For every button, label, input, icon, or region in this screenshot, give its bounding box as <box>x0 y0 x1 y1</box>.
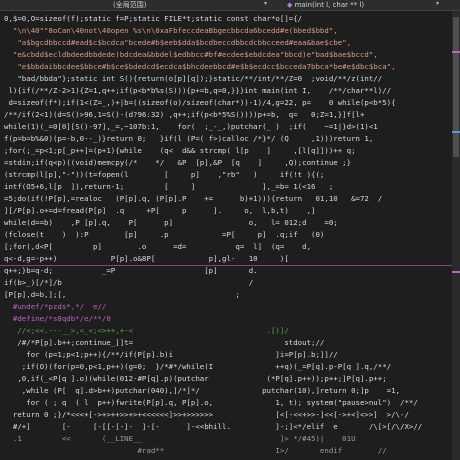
code-line-text: 0,$=0,O=sizeof(f);static f=P;static FILE… <box>4 14 303 23</box>
code-line[interactable]: (strcmp(l[p],"-"))(t=fopen(l [ p] ,"rb" … <box>0 169 452 180</box>
code-line-text: ;for(;_=p<1;p[_p++]=(p+1){while (q< d&& … <box>4 146 356 155</box>
chevron-down-icon[interactable]: ▾ <box>436 0 439 8</box>
code-line[interactable]: q<-d,g=-p++) P[p].o&8P[ p],gl- 10 )[ <box>0 253 452 264</box>
function-dropdown[interactable]: ◆ main(int l, char ** l) <box>284 1 437 9</box>
code-line-text: "a$bgcdbbccd#ead$c$bcdca"bcede#b$eeb$dda… <box>4 38 352 47</box>
code-line[interactable]: #define/*s8qdb*/e/**/0 <box>0 313 452 324</box>
code-line-text: /#/*P[p].b++;continue_]]t= stdout;// <box>4 338 325 347</box>
code-line[interactable]: "a$bgcdbbccd#ead$c$bcdca"bcede#b$eeb$dda… <box>0 37 452 48</box>
code-line[interactable]: //<;<<.---__>,<_<;<>++,+-< .[)]/ <box>0 325 452 336</box>
code-line-text: q<-d,g=-p++) P[p].o&8P[ p],gl- 10 )[ <box>4 254 289 263</box>
function-dropdown-label: main(int l, char ** l) <box>294 1 365 9</box>
code-line-text: #/+] [- [-[[-[-]- ]-[- ]-<<bhill. ]-;]<*… <box>4 422 423 431</box>
code-line[interactable]: "\n\40""8oCan\40not\40open %s\n\0xaFbfec… <box>0 25 452 36</box>
code-line-text: while(1)(_=0[0][S()-97],_=,~107b:1, for(… <box>4 122 378 131</box>
code-line-text: "e$bbdaibbcdee$bbce#b$ce$bdedcd$ecdca$bh… <box>4 62 396 71</box>
code-line[interactable]: while(1)(_=0[0][S()-97],_=,~107b:1, for(… <box>0 121 452 132</box>
code-line[interactable]: =stdin;if(q<p)((void)memcpy(/* */ &P [p]… <box>0 157 452 168</box>
code-line[interactable]: =5;do(if(!P[p],=realoc (P[p].q, (P[p].P … <box>0 193 452 204</box>
code-line[interactable]: ;for(;_=p<1;p[_p++]=(p+1){while (q< d&& … <box>0 145 452 156</box>
code-line-text: while(d==b) ,P [p].q, P[ p] o, l= 012;d … <box>4 218 338 227</box>
code-line[interactable]: if(b>_)[/*]/b / <box>0 277 452 288</box>
code-line-text: =5;do(if(!P[p],=realoc (P[p].q, (P[p].P … <box>4 194 383 203</box>
code-line-text: ][/P[p].o+=d=fread(P[p] .q +P[ p ]. o, l… <box>4 206 316 215</box>
code-line-text: q++;}b=q-d; _=P [p] d. <box>4 266 258 275</box>
code-line-text: ,0,if(_<P[q ].o)(while(012-#P[q].p)(putc… <box>4 374 387 383</box>
code-line[interactable]: .1 << (__LINE__ ]> */#45)| 01U <box>0 433 452 444</box>
code-line[interactable]: /**/if(2<1)(d=S()>96,1=S()-(d?96:32) ,q+… <box>0 109 452 120</box>
code-line-text: /**/if(2<1)(d=S()>96,1=S()-(d?96:32) ,q+… <box>4 110 365 119</box>
scrollbar-thumb[interactable] <box>453 17 459 157</box>
scrollbar-marker <box>452 51 460 53</box>
code-line[interactable]: #rad** I>/ endif // <box>0 445 452 456</box>
code-line[interactable]: return 0 ;}/*<<<+[->+>++>>+>+<<<<<<]>>+>… <box>0 409 452 420</box>
code-line[interactable]: #undef/*pzds*,*/ e// <box>0 301 452 312</box>
code-line[interactable]: ,0,if(_<P[q ].o)(while(012-#P[q].p)(putc… <box>0 373 452 384</box>
code-line-text: "e&cbdd$ecldbdeedbbdede)bdcdea&bbdel$edb… <box>4 50 378 59</box>
code-line-text: "\n\40""8oCan\40not\40open %s\n\0xaFbfec… <box>4 26 338 35</box>
code-line[interactable]: for ( ; q ( l p++)fwrite(P[p].q, P[p].o,… <box>0 397 452 408</box>
code-line[interactable]: ][/P[p].o+=d=fread(P[p] .q +P[ p ]. o, l… <box>0 205 452 216</box>
code-line-text: #define/*s8qdb*/e/**/0 <box>4 314 111 323</box>
editor-navigation-bar: (全局范围) ▾ ◆ main(int l, char ** l) ▾ <box>0 0 460 11</box>
code-line-text: "bad/bbda"};static int S(){return(o[p][q… <box>4 74 383 83</box>
code-line-text: ,while (P[ q].d>b++)putchar(040),]/*]*/ … <box>4 386 401 395</box>
code-line-text: d=sizeof(f*);if(1<(Z=_,)+|b=((sizeof(o)/… <box>4 98 396 107</box>
code-line-text: f(p=b=b%&0)(p=-b,0--_)}return 0; }if(l (… <box>4 134 374 143</box>
code-editor[interactable]: 0,$=0,O=sizeof(f);static f=P;static FILE… <box>0 11 452 460</box>
code-line-text: for (p=1;p<1;p++){/**/if(P[p].b)i ]i=P[p… <box>4 350 338 359</box>
code-line[interactable]: l){if(/**/Z-2>1){Z=1,q++;if(p<b*b%s(S)))… <box>0 85 452 96</box>
code-line[interactable]: "e$bbdaibbcdee$bbce#b$ce$bdedcd$ecdca$bh… <box>0 61 452 72</box>
code-line[interactable]: ,while (P[ q].d>b++)putchar(040),]/*]*/ … <box>0 385 452 396</box>
vertical-scrollbar[interactable] <box>452 11 460 460</box>
code-line[interactable]: ;if(O)(for(p=0,p<1,p++)(g=0; }/*#*/while… <box>0 361 452 372</box>
code-line-text: #rad** I>/ endif // <box>4 446 387 455</box>
code-line-text: ;if(O)(for(p=0,p<1,p++)(g=0; }/*#*/while… <box>4 362 392 371</box>
code-line-text: #undef/*pzds*,*/ e// <box>4 302 107 311</box>
code-line[interactable]: "e&cbdd$ecldbdeedbbdede)bdcdea&bbdel$edb… <box>0 49 452 60</box>
code-line-text: [;for(,d<P[ p] .o =d= q= l] (q= d, <box>4 242 312 251</box>
code-line[interactable]: q++;}b=q-d; _=P [p] d. <box>0 265 452 276</box>
code-line-text: (strcmp(l[p],"-"))(t=fopen(l [ p] ,"rb" … <box>4 170 325 179</box>
code-line[interactable]: (fclose(t ) ):P [p] .p =P[ p] .q;if (0) <box>0 229 452 240</box>
scrollbar-marker <box>452 131 460 133</box>
code-line-text: =stdin;if(q<p)((void)memcpy(/* */ &P [p]… <box>4 158 352 167</box>
code-line[interactable]: "bad/bbda"};static int S(){return(o[p][q… <box>0 73 452 84</box>
code-line[interactable]: [P[p],d=b,];[, ; <box>0 289 452 300</box>
code-line-text: intf(O5+6,l[p ]),return-1; [ ] ],_=b= 1(… <box>4 182 334 191</box>
code-line[interactable]: d=sizeof(f*);if(1<(Z=_,)+|b=((sizeof(o)/… <box>0 97 452 108</box>
code-line[interactable]: #/+] [- [-[[-[-]- ]-[- ]-<<bhill. ]-;]<*… <box>0 421 452 432</box>
code-line-text: (fclose(t ) ):P [p] .p =P[ p] .q;if (0) <box>4 230 325 239</box>
section-divider <box>0 265 452 266</box>
code-line[interactable]: f(p=b=b%&0)(p=-b,0--_)}return 0; }if(l (… <box>0 133 452 144</box>
scope-dropdown[interactable]: (全局范围) <box>110 1 273 9</box>
code-line[interactable]: /#/*P[p].b++;continue_]]t= stdout;// <box>0 337 452 348</box>
function-icon: ◆ <box>287 1 295 9</box>
code-line-text: return 0 ;}/*<<<+[->+>++>>+>+<<<<<<]>>+>… <box>4 410 409 419</box>
scope-dropdown-label: (全局范围) <box>113 1 147 9</box>
chevron-down-icon[interactable]: ▾ <box>264 0 267 8</box>
code-line-text: for ( ; q ( l p++)fwrite(P[p].q, P[p].o,… <box>4 398 418 407</box>
code-line-text: [P[p],d=b,];[, ; <box>4 290 240 299</box>
code-line-text: .1 << (__LINE__ ]> */#45)| 01U <box>4 434 356 443</box>
code-line[interactable]: intf(O5+6,l[p ]),return-1; [ ] ],_=b= 1(… <box>0 181 452 192</box>
scrollbar-marker <box>452 271 460 273</box>
code-line[interactable]: for (p=1;p<1;p++){/**/if(P[p].b)i ]i=P[p… <box>0 349 452 360</box>
code-line[interactable]: [;for(,d<P[ p] .o =d= q= l] (q= d, <box>0 241 452 252</box>
code-line[interactable]: while(d==b) ,P [p].q, P[ p] o, l= 012;d … <box>0 217 452 228</box>
code-line-text: if(b>_)[/*]/b / <box>4 278 254 287</box>
code-line-text: //<;<<.---__>,<_<;<>++,+-< .[)]/ <box>4 326 289 335</box>
code-line-text: l){if(/**/Z-2>1){Z=1,q++;if(p<b*b%s(S)))… <box>4 86 392 95</box>
code-line[interactable]: 0,$=0,O=sizeof(f);static f=P;static FILE… <box>0 13 452 24</box>
